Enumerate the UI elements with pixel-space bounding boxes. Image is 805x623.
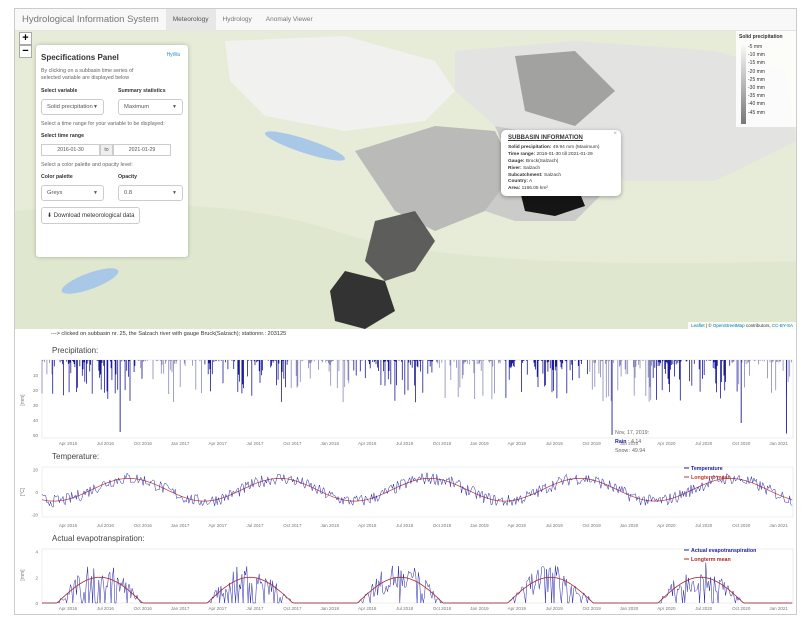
opacity-label: Opacity xyxy=(118,174,138,180)
date-separator: to xyxy=(100,144,113,156)
caret-down-icon: ▼ xyxy=(93,190,98,196)
legend-tick: -20 mm xyxy=(748,68,765,75)
variable-label: Select variable xyxy=(41,88,78,94)
et-title: Actual evapotranspiration: xyxy=(52,534,145,543)
close-icon[interactable]: × xyxy=(613,131,617,138)
palette-label: Color palette xyxy=(41,174,73,180)
click-info: ---> clicked on subbasin nr. 25, the Sal… xyxy=(51,331,287,337)
popup-rows: Solid precipitation: 49.94 mm (Maximum) T… xyxy=(508,145,614,193)
temp-title: Temperature: xyxy=(52,452,100,461)
legend-tick: -45 mm xyxy=(748,109,765,116)
date-to-input[interactable]: 2021-01-29 xyxy=(113,144,171,156)
tab-meteorology[interactable]: Meteorology xyxy=(165,8,216,31)
attribution-text: contributors, xyxy=(744,323,772,328)
popup-row: Time range: 2016-01-30 till 2021-01-29 xyxy=(508,152,614,159)
summary-stat-label: Summary statistics xyxy=(118,88,166,94)
palette-value: Greys xyxy=(47,190,63,196)
popup-key: Country: xyxy=(508,179,528,185)
legend-ticks: -5 mm -10 mm -15 mm -20 mm -25 mm -30 mm -35 m… xyxy=(748,43,765,117)
popup-key: River: xyxy=(508,165,522,171)
popup-key: Time range: xyxy=(508,151,536,157)
legend-title: Solid precipitation xyxy=(739,34,783,40)
popup-row: Area: 1166.05 km² xyxy=(508,186,614,193)
zoom-out-button[interactable]: − xyxy=(19,45,32,58)
legend-tick: -15 mm xyxy=(748,60,765,67)
panel-intro: By clicking on a subbasin time series of… xyxy=(41,68,134,81)
osm-link[interactable]: OpenStreetMap xyxy=(713,323,745,328)
legend-tick: -35 mm xyxy=(748,93,765,100)
popup-value: Salzach xyxy=(521,165,541,171)
navbar: Hydrological Information System Meteorol… xyxy=(15,8,796,31)
opacity-select[interactable]: 0.8 ▼ xyxy=(118,185,183,201)
tab-anomaly-viewer[interactable]: Anomaly Viewer xyxy=(259,9,320,31)
palette-select[interactable]: Greys ▼ xyxy=(41,185,104,201)
caret-down-icon: ▼ xyxy=(93,104,98,110)
popup-title: SUBBASIN INFORMATION xyxy=(508,135,583,141)
download-icon: ⬇ xyxy=(47,213,53,219)
time-range-intro: Select a time range for your variable to… xyxy=(41,121,165,127)
attribution-sep: | © xyxy=(704,323,713,328)
legend-gradient xyxy=(741,44,746,124)
popup-row: Gauge: Bruck(Salzach) xyxy=(508,159,614,166)
hywa-logo: HyWa xyxy=(166,52,180,58)
popup-key: Gauge: xyxy=(508,158,525,164)
popup-value: 2016-01-30 till 2021-01-29 xyxy=(535,151,593,157)
summary-stat-value: Maximum xyxy=(124,104,150,110)
summary-stat-select[interactable]: Maximum ▼ xyxy=(118,99,183,115)
tab-hydrology[interactable]: Hydrology xyxy=(216,9,259,31)
zoom-in-button[interactable]: + xyxy=(19,32,32,45)
popup-value: A xyxy=(527,179,533,185)
popup-value: Bruck(Salzach) xyxy=(524,158,559,164)
popup-key: Area: xyxy=(508,186,521,192)
date-from-input[interactable]: 2016-01-30 xyxy=(41,144,100,156)
caret-down-icon: ▼ xyxy=(172,190,177,196)
opacity-value: 0.8 xyxy=(124,190,133,196)
popup-key: Subcatchment: xyxy=(508,172,543,178)
app-frame: Hydrological Information System Meteorol… xyxy=(14,8,797,615)
variable-select[interactable]: Solid precipitation ▼ xyxy=(41,99,104,115)
map-legend: Solid precipitation -5 mm -10 mm -15 mm -20… xyxy=(736,31,796,127)
legend-tick: -40 mm xyxy=(748,101,765,108)
map[interactable]: + − HyWa Specifications Panel By clickin… xyxy=(15,31,796,329)
caret-down-icon: ▼ xyxy=(172,104,177,110)
download-label: Download meteorological data xyxy=(53,213,135,219)
popup-row: River: Salzach xyxy=(508,166,614,173)
legend-tick: -30 mm xyxy=(748,85,765,92)
subbasin-popup: × SUBBASIN INFORMATION Solid precipitati… xyxy=(501,130,621,196)
popup-key: Solid precipitation: xyxy=(508,144,552,150)
variable-value: Solid precipitation xyxy=(47,104,93,110)
map-attribution: Leaflet | © OpenStreetMap contributors, … xyxy=(688,322,796,329)
legend-tick: -25 mm xyxy=(748,76,765,83)
download-button[interactable]: ⬇ Download meteorological data xyxy=(41,207,141,224)
popup-value: Salzach xyxy=(542,172,562,178)
leaflet-link[interactable]: Leaflet xyxy=(691,323,705,328)
legend-tick: -5 mm xyxy=(748,44,763,50)
specifications-panel: HyWa Specifications Panel By clicking on… xyxy=(36,45,188,257)
app-title[interactable]: Hydrological Information System xyxy=(15,14,166,25)
license-link[interactable]: CC-BY-SA xyxy=(772,323,793,328)
precip-title: Precipitation: xyxy=(52,346,99,355)
popup-value: 49.94 mm (Maximum) xyxy=(551,144,600,150)
legend-tick: -10 mm xyxy=(748,52,765,59)
panel-title: Specifications Panel xyxy=(41,53,119,62)
time-range-label: Select time range xyxy=(41,133,84,139)
popup-row: Solid precipitation: 49.94 mm (Maximum) xyxy=(508,145,614,152)
popup-value: 1166.05 km² xyxy=(520,186,548,192)
